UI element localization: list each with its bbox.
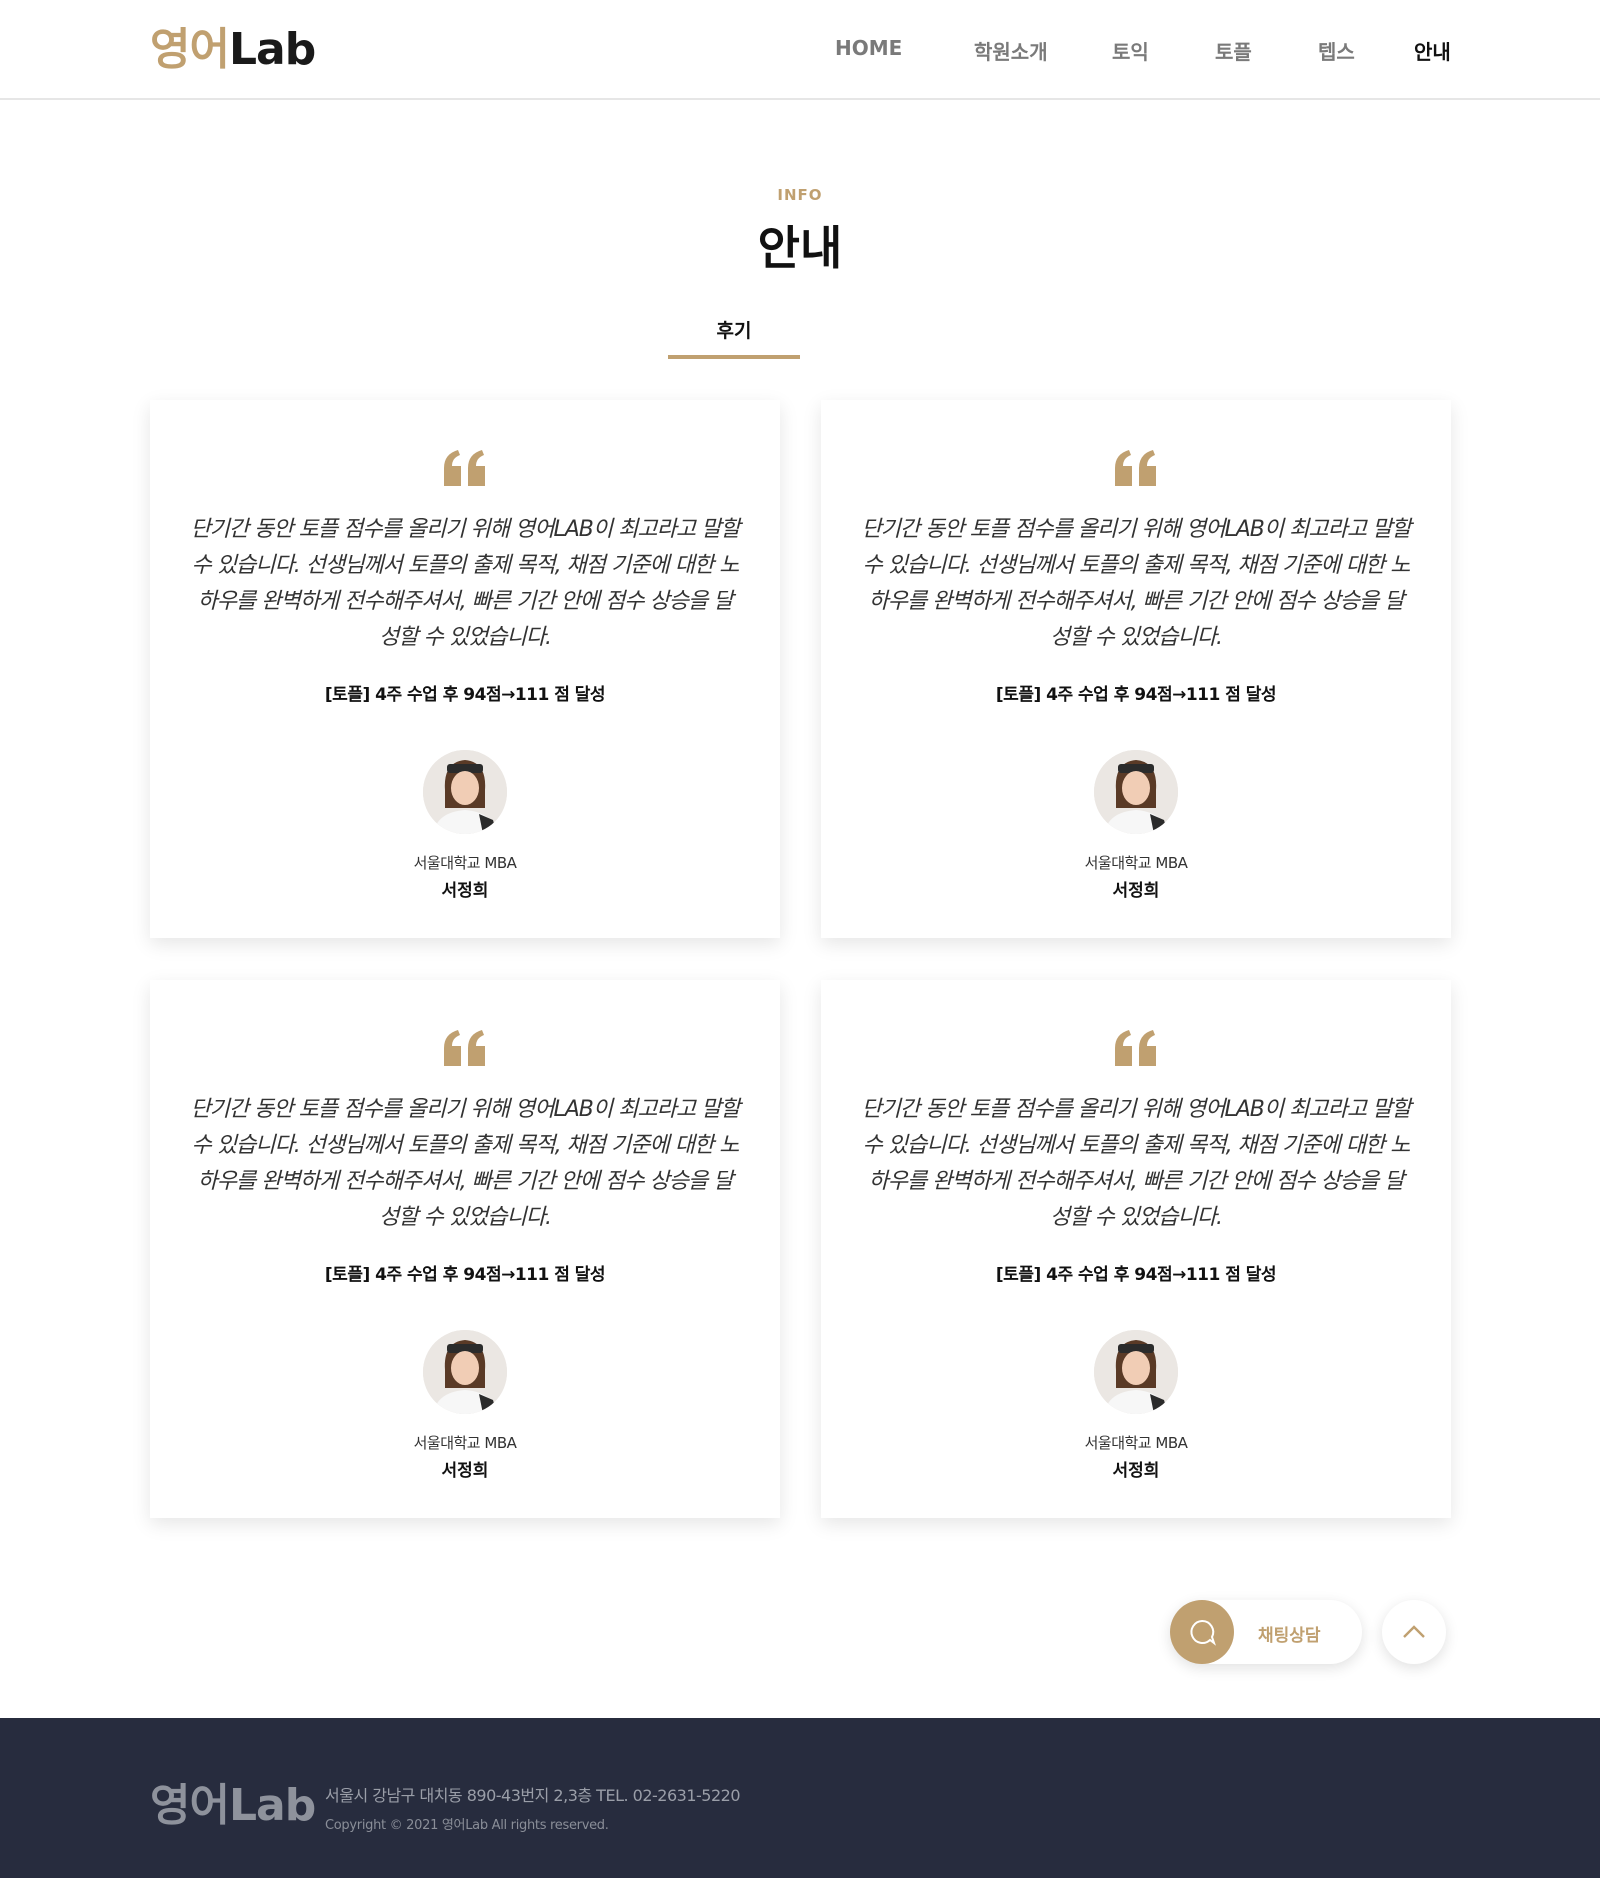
nav-toeic[interactable]: 토익 (1112, 36, 1149, 65)
review-result: [토플] 4주 수업 후 94점→111 점 달성 (324, 685, 606, 705)
tab-active-underline (668, 355, 800, 359)
tab-reviews[interactable]: 후기 (668, 316, 800, 343)
review-card: 단기간 동안 토플 점수를 올리기 위해 영어LAB이 최고라고 말할 수 있습… (821, 980, 1451, 1518)
avatar (423, 1330, 507, 1414)
reviewer-school: 서울대학교 MBA (1084, 1434, 1188, 1452)
reviewer-school: 서울대학교 MBA (413, 854, 517, 872)
quote-icon (821, 1030, 1451, 1074)
nav-toefl[interactable]: 토플 (1215, 36, 1252, 65)
review-result: [토플] 4주 수업 후 94점→111 점 달성 (995, 1265, 1277, 1285)
reviewer-school: 서울대학교 MBA (1084, 854, 1188, 872)
quote-icon (150, 1030, 780, 1074)
chat-bubble-icon (1170, 1600, 1234, 1664)
review-result: [토플] 4주 수업 후 94점→111 점 달성 (324, 1265, 606, 1285)
section-subtitle: INFO (777, 186, 823, 204)
chat-consult-button[interactable]: 채팅상담 (1170, 1600, 1362, 1664)
nav-teps[interactable]: 텝스 (1318, 36, 1355, 65)
reviewer-name: 서정희 (441, 1461, 489, 1481)
site-header: 영어Lab HOME 학원소개 토익 토플 텝스 안내 (0, 0, 1600, 100)
review-text: 단기간 동안 토플 점수를 올리기 위해 영어LAB이 최고라고 말할 수 있습… (190, 1097, 740, 1230)
chevron-up-icon (1403, 1625, 1425, 1638)
scroll-top-button[interactable] (1382, 1600, 1446, 1664)
nav-about[interactable]: 학원소개 (974, 36, 1048, 65)
review-card: 단기간 동안 토플 점수를 올리기 위해 영어LAB이 최고라고 말할 수 있습… (150, 980, 780, 1518)
site-footer: 영어Lab 서울시 강남구 대치동 890-43번지 2,3층 TEL. 02-… (0, 1718, 1600, 1878)
review-text: 단기간 동안 토플 점수를 올리기 위해 영어LAB이 최고라고 말할 수 있습… (861, 1097, 1411, 1230)
reviewer-name: 서정희 (1112, 1461, 1160, 1481)
reviewer-name: 서정희 (441, 881, 489, 901)
nav-home[interactable]: HOME (835, 36, 902, 60)
page-title: 안내 (757, 221, 843, 275)
review-card: 단기간 동안 토플 점수를 올리기 위해 영어LAB이 최고라고 말할 수 있습… (821, 400, 1451, 938)
review-card: 단기간 동안 토플 점수를 올리기 위해 영어LAB이 최고라고 말할 수 있습… (150, 400, 780, 938)
review-result: [토플] 4주 수업 후 94점→111 점 달성 (995, 685, 1277, 705)
footer-address: 서울시 강남구 대치동 890-43번지 2,3층 TEL. 02-2631-5… (325, 1786, 741, 1805)
review-text: 단기간 동안 토플 점수를 올리기 위해 영어LAB이 최고라고 말할 수 있습… (861, 517, 1411, 650)
review-text: 단기간 동안 토플 점수를 올리기 위해 영어LAB이 최고라고 말할 수 있습… (190, 517, 740, 650)
chat-consult-label: 채팅상담 (1258, 1626, 1321, 1646)
quote-icon (150, 450, 780, 494)
reviewer-school: 서울대학교 MBA (413, 1434, 517, 1452)
avatar (423, 750, 507, 834)
main-nav: HOME 학원소개 토익 토플 텝스 안내 (0, 36, 1600, 67)
avatar (1094, 750, 1178, 834)
footer-copyright: Copyright © 2021 영어Lab All rights reserv… (325, 1818, 609, 1833)
avatar (1094, 1330, 1178, 1414)
footer-logo: 영어Lab (150, 1780, 316, 1831)
nav-info[interactable]: 안내 (1408, 36, 1457, 67)
quote-icon (821, 450, 1451, 494)
reviewer-name: 서정희 (1112, 881, 1160, 901)
